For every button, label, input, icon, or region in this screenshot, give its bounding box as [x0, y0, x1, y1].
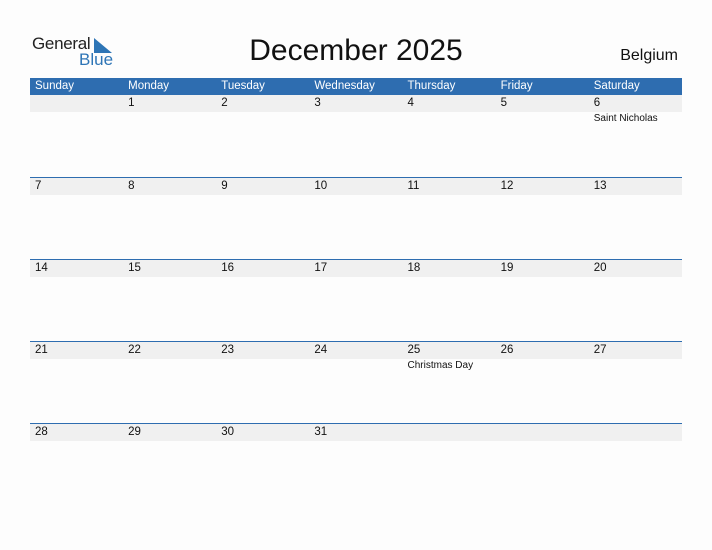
date-strip: 28 29 30 31 [30, 424, 682, 441]
weekday-saturday: Saturday [593, 80, 640, 92]
day-cell: 18 [403, 260, 496, 277]
day-cell [589, 424, 682, 441]
weekday-tuesday: Tuesday [221, 80, 265, 92]
day-number: 30 [221, 426, 235, 438]
weekday-wednesday: Wednesday [314, 80, 375, 92]
day-number: 27 [593, 344, 607, 356]
day-number: 13 [593, 180, 607, 192]
date-strip: 7 8 9 10 11 12 13 [30, 178, 682, 195]
day-number: 4 [407, 97, 414, 109]
day-number: 11 [407, 180, 420, 192]
weekday-monday: Monday [128, 80, 170, 92]
day-cell: 21 [30, 342, 123, 359]
day-cell: 19 [496, 260, 589, 277]
day-cell: 12 [496, 178, 589, 195]
day-number: 19 [500, 262, 514, 274]
day-number: 12 [500, 180, 514, 192]
day-number: 2 [221, 97, 228, 109]
date-strip: 14 15 16 17 18 19 20 [30, 260, 682, 277]
day-cell: 15 [123, 260, 216, 277]
day-cell: 23 [216, 342, 309, 359]
day-cell: 22 [123, 342, 216, 359]
day-cell: 3 [309, 95, 402, 112]
day-number: 16 [221, 262, 235, 274]
day-cell: 10 [309, 178, 402, 195]
day-cell: 13 [589, 178, 682, 195]
day-number: 21 [35, 344, 48, 356]
day-cell: 20 [589, 260, 682, 277]
day-cell: 2 [216, 95, 309, 112]
day-cell: 29 [123, 424, 216, 441]
week-row: 7 8 9 10 11 12 13 [30, 177, 682, 259]
day-cell: 25 Christmas Day [403, 342, 496, 371]
day-number: 10 [314, 180, 328, 192]
day-number: 9 [221, 180, 228, 192]
week-row: 21 22 23 24 25 Christmas Day 26 27 [30, 341, 682, 423]
day-cell: 11 [403, 178, 496, 195]
day-number: 18 [407, 262, 421, 274]
holiday-label: Christmas Day [407, 360, 474, 371]
day-cell: 14 [30, 260, 123, 277]
day-number: 3 [314, 97, 321, 109]
day-number: 6 [593, 97, 601, 109]
day-cell: 26 [496, 342, 589, 359]
day-number: 31 [314, 426, 328, 438]
day-number: 14 [35, 262, 48, 274]
week-row: 14 15 16 17 18 19 20 [30, 259, 682, 341]
day-number: 15 [128, 262, 141, 274]
day-cell: 31 [309, 424, 402, 441]
day-cell [403, 424, 496, 441]
day-cell: 4 [403, 95, 496, 112]
week-row: 28 29 30 31 [30, 423, 682, 505]
day-number: 5 [500, 97, 508, 109]
date-strip: 1 2 3 4 5 6 Saint Nicholas [30, 95, 682, 124]
day-cell: 5 [496, 95, 589, 112]
weekday-header: Sunday Monday Tuesday Wednesday Thursday… [30, 78, 682, 95]
day-number: 22 [128, 344, 141, 356]
day-cell [30, 95, 123, 112]
calendar-title: December 2025 [249, 34, 463, 67]
weekday-friday: Friday [500, 80, 533, 92]
day-number: 8 [128, 180, 135, 192]
day-number: 1 [128, 97, 135, 109]
day-cell [496, 424, 589, 441]
day-cell: 24 [309, 342, 402, 359]
calendar-grid: Sunday Monday Tuesday Wednesday Thursday… [30, 78, 682, 505]
day-cell: 6 Saint Nicholas [589, 95, 682, 124]
day-cell: 9 [216, 178, 309, 195]
day-number: 23 [221, 344, 235, 356]
day-number: 7 [35, 180, 42, 192]
week-row: 1 2 3 4 5 6 Saint Nicholas [30, 95, 682, 177]
day-number: 26 [500, 344, 514, 356]
day-cell: 17 [309, 260, 402, 277]
day-cell: 27 [589, 342, 682, 359]
date-strip: 21 22 23 24 25 Christmas Day 26 27 [30, 342, 682, 371]
day-number: 25 [407, 344, 421, 356]
day-number: 20 [593, 262, 607, 274]
weekday-thursday: Thursday [407, 80, 456, 92]
day-cell: 8 [123, 178, 216, 195]
country-label: Belgium [620, 47, 678, 64]
day-number: 24 [314, 344, 328, 356]
day-cell: 28 [30, 424, 123, 441]
holiday-label: Saint Nicholas [593, 113, 658, 124]
weekday-sunday: Sunday [35, 80, 75, 92]
day-cell: 16 [216, 260, 309, 277]
day-cell: 1 [123, 95, 216, 112]
day-cell: 30 [216, 424, 309, 441]
day-cell: 7 [30, 178, 123, 195]
day-number: 17 [314, 262, 328, 274]
day-number: 29 [128, 426, 141, 438]
day-number: 28 [35, 426, 48, 438]
